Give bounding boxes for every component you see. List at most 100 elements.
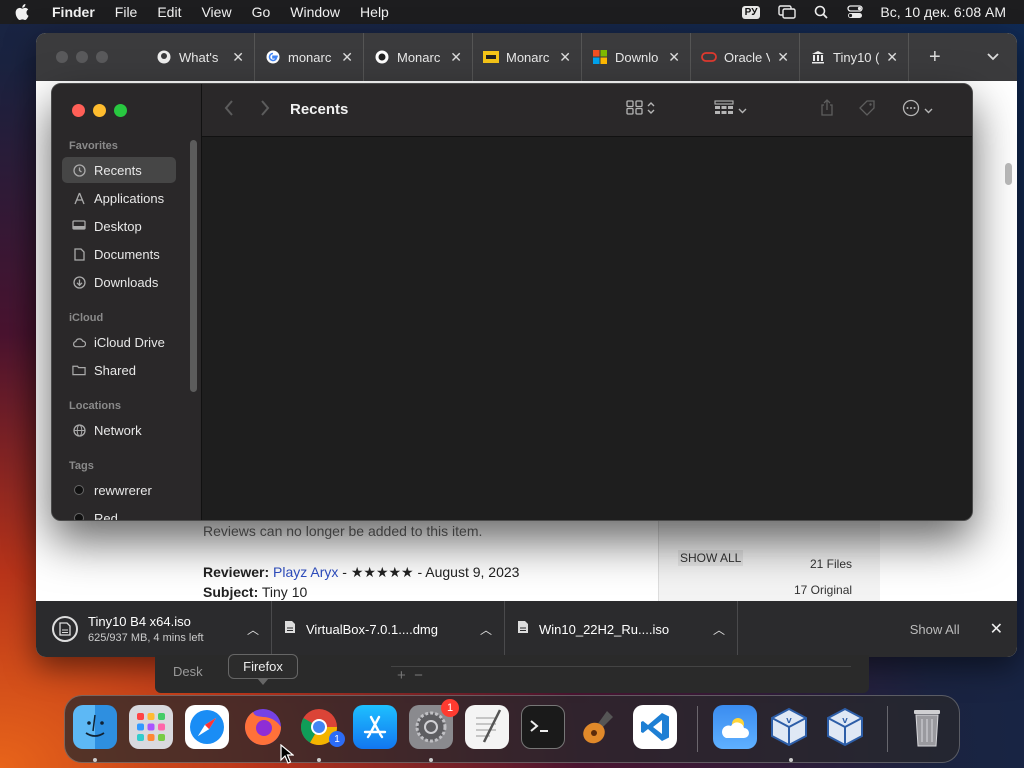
launchpad-dock-icon[interactable] xyxy=(129,705,173,749)
browser-tab[interactable]: monarc ✕ xyxy=(255,33,364,81)
dock: 1 1 V V xyxy=(64,695,960,763)
sidebar-section-locations: Locations xyxy=(69,400,121,412)
finder-content-area[interactable] xyxy=(202,137,972,520)
app-store-dock-icon[interactable] xyxy=(353,705,397,749)
menu-edit[interactable]: Edit xyxy=(147,0,191,24)
menu-bar: Finder File Edit View Go Window Help РУ … xyxy=(0,0,1024,24)
downloads-show-all-button[interactable]: Show All xyxy=(910,622,960,637)
finder-window: Favorites Recents Applications Desktop D… xyxy=(51,83,973,521)
input-source-badge[interactable]: РУ xyxy=(741,5,761,19)
browser-zoom-button[interactable] xyxy=(96,51,108,63)
zoom-button[interactable] xyxy=(114,104,127,117)
menu-file[interactable]: File xyxy=(105,0,148,24)
trash-dock-icon[interactable] xyxy=(905,705,949,749)
sidebar-item-label: Downloads xyxy=(94,274,159,290)
view-mode-button[interactable] xyxy=(626,100,655,120)
download-item[interactable]: VirtualBox-7.0.1....dmg ︿ xyxy=(272,601,505,657)
sidebar-item-label: Applications xyxy=(94,190,165,206)
virtualbox-vm-dock-icon[interactable]: V xyxy=(823,705,867,749)
download-item[interactable]: Win10_22H2_Ru....iso ︿ xyxy=(505,601,738,657)
garageband-dock-icon[interactable] xyxy=(577,705,621,749)
menu-view[interactable]: View xyxy=(191,0,241,24)
sidebar-item-documents[interactable]: Documents xyxy=(62,241,176,267)
menubar-clock[interactable]: Вс, 10 дек. 6:08 AM xyxy=(872,4,1024,20)
chevron-up-icon[interactable]: ︿ xyxy=(713,621,725,638)
browser-tab[interactable]: Downlo ✕ xyxy=(582,33,691,81)
add-remove-buttons[interactable]: + − xyxy=(391,666,851,688)
sidebar-item-desktop[interactable]: Desktop xyxy=(62,213,176,239)
sidebar-scrollbar[interactable] xyxy=(190,140,197,392)
back-chevron-icon[interactable] xyxy=(224,100,234,121)
new-tab-plus-icon[interactable]: + xyxy=(929,46,941,69)
tab-close-icon[interactable]: ✕ xyxy=(668,49,680,66)
weather-dock-icon[interactable] xyxy=(713,705,757,749)
download-filename: Tiny10 B4 x64.iso xyxy=(88,614,191,629)
firefox-dock-icon[interactable] xyxy=(241,705,285,749)
browser-tab[interactable]: What's ✕ xyxy=(146,33,255,81)
sidebar-item-downloads[interactable]: Downloads xyxy=(62,269,176,295)
shared-folder-icon xyxy=(72,363,86,377)
apple-menu-icon[interactable] xyxy=(0,4,44,20)
control-center-icon[interactable] xyxy=(838,0,872,24)
share-button[interactable] xyxy=(820,99,834,120)
minimize-button[interactable] xyxy=(93,104,106,117)
close-icon[interactable]: ✕ xyxy=(990,619,1003,639)
system-settings-dock-icon[interactable]: 1 xyxy=(409,699,459,749)
chevron-up-icon[interactable]: ︿ xyxy=(480,621,492,638)
finder-sidebar: Favorites Recents Applications Desktop D… xyxy=(52,84,202,520)
action-menu-button[interactable] xyxy=(902,99,933,120)
finder-dock-icon[interactable] xyxy=(73,705,117,749)
spotlight-search-icon[interactable] xyxy=(804,0,838,24)
finder-toolbar: Recents xyxy=(202,84,972,137)
menu-go[interactable]: Go xyxy=(242,0,281,24)
sidebar-item-applications[interactable]: Applications xyxy=(62,185,176,211)
tab-close-icon[interactable]: ✕ xyxy=(450,49,462,66)
page-scrollbar[interactable] xyxy=(1005,163,1012,185)
screen-mirroring-icon[interactable] xyxy=(770,0,804,24)
browser-minimize-button[interactable] xyxy=(76,51,88,63)
menu-help[interactable]: Help xyxy=(350,0,399,24)
sidebar-item-tag[interactable]: rewwrerer xyxy=(62,477,176,503)
tab-close-icon[interactable]: ✕ xyxy=(886,49,898,66)
desktop-icon xyxy=(72,219,86,233)
tab-list-chevron-icon[interactable] xyxy=(987,48,999,66)
sidebar-item-shared[interactable]: Shared xyxy=(62,357,176,383)
grid-view-icon xyxy=(626,100,643,120)
tab-title: Tiny10 ( xyxy=(833,49,880,65)
tab-title: Oracle V xyxy=(724,49,771,65)
safari-dock-icon[interactable] xyxy=(185,705,229,749)
reviewer-name-link[interactable]: Playz Aryx xyxy=(273,564,338,580)
browser-tab[interactable]: Tiny10 ( ✕ xyxy=(800,33,909,81)
terminal-dock-icon[interactable] xyxy=(521,705,565,749)
tab-close-icon[interactable]: ✕ xyxy=(777,49,789,66)
clock-icon xyxy=(72,163,86,177)
chevron-up-icon[interactable]: ︿ xyxy=(247,621,259,638)
group-button[interactable] xyxy=(714,100,747,120)
menu-app-name[interactable]: Finder xyxy=(44,0,105,24)
browser-close-button[interactable] xyxy=(56,51,68,63)
vscode-dock-icon[interactable] xyxy=(633,705,677,749)
close-button[interactable] xyxy=(72,104,85,117)
virtualbox-dock-icon[interactable]: V xyxy=(767,705,811,749)
download-item[interactable]: Tiny10 B4 x64.iso 625/937 MB, 4 mins lef… xyxy=(36,601,272,657)
chrome-dock-icon[interactable]: 1 xyxy=(297,705,345,749)
browser-tab[interactable]: Oracle V ✕ xyxy=(691,33,800,81)
textedit-dock-icon[interactable] xyxy=(465,705,509,749)
sidebar-item-label[interactable]: Desk xyxy=(173,664,203,679)
tag-button[interactable] xyxy=(858,99,876,120)
tab-close-icon[interactable]: ✕ xyxy=(232,49,244,66)
forward-chevron-icon[interactable] xyxy=(260,100,270,121)
sidebar-item-network[interactable]: Network xyxy=(62,417,176,443)
show-all-link[interactable]: SHOW ALL xyxy=(678,550,744,566)
menu-window[interactable]: Window xyxy=(280,0,350,24)
sidebar-item-icloud-drive[interactable]: iCloud Drive xyxy=(62,329,176,355)
svg-text:V: V xyxy=(842,717,848,725)
tab-close-icon[interactable]: ✕ xyxy=(341,49,353,66)
browser-tab[interactable]: Monarc ✕ xyxy=(473,33,582,81)
github-icon xyxy=(156,49,172,65)
chevron-down-icon xyxy=(924,101,933,119)
browser-tab[interactable]: Monarc ✕ xyxy=(364,33,473,81)
sidebar-item-recents[interactable]: Recents xyxy=(62,157,176,183)
tab-close-icon[interactable]: ✕ xyxy=(559,49,571,66)
sidebar-item-tag[interactable]: Red xyxy=(62,505,176,520)
